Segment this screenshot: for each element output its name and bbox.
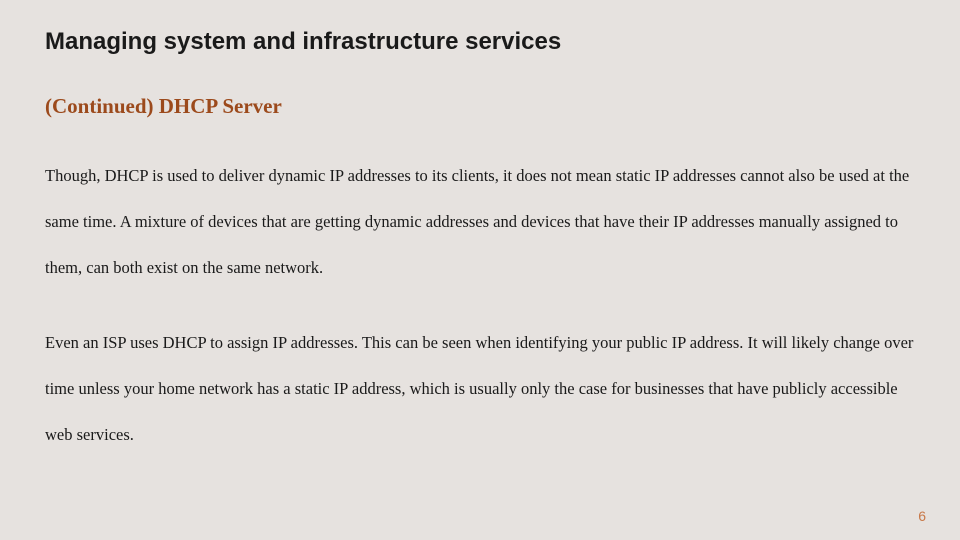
section-subtitle: (Continued) DHCP Server — [45, 94, 915, 119]
page-title: Managing system and infrastructure servi… — [45, 28, 915, 56]
page-number: 6 — [918, 508, 926, 524]
paragraph-1: Though, DHCP is used to deliver dynamic … — [45, 153, 915, 292]
paragraph-2: Even an ISP uses DHCP to assign IP addre… — [45, 320, 915, 459]
slide-content: Managing system and infrastructure servi… — [0, 0, 960, 458]
